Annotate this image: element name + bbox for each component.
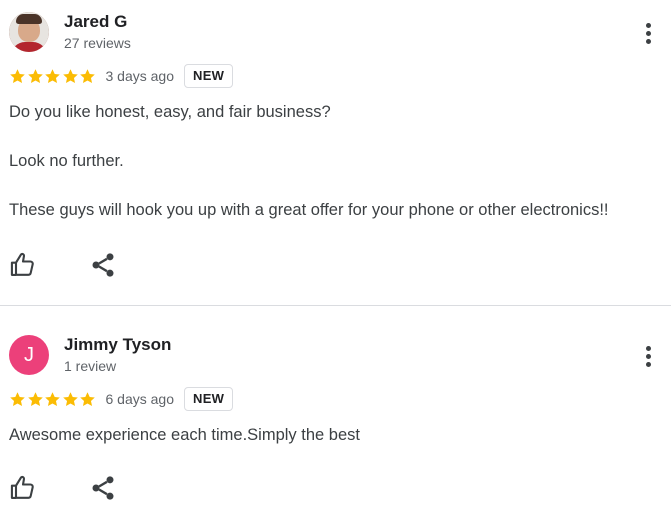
reviewer-review-count: 1 review: [64, 358, 117, 374]
share-icon[interactable]: [89, 474, 117, 502]
rating-row: 3 days ago NEW: [9, 64, 234, 88]
more-dot: [646, 346, 651, 351]
reviews-list: Jared G 27 reviews 3 days ago NEW Do you…: [0, 0, 671, 521]
reviewer-review-count: 27 reviews: [64, 35, 131, 51]
review-text: Awesome experience each time.Simply the …: [9, 423, 659, 472]
review-date: 6 days ago: [105, 391, 175, 407]
new-badge: NEW: [184, 387, 234, 411]
star-icon: [80, 391, 95, 406]
more-dot: [646, 31, 651, 36]
review-paragraph: Do you like honest, easy, and fair busin…: [9, 103, 331, 121]
review-actions: [9, 251, 129, 281]
reviewer-name[interactable]: Jared G: [64, 12, 127, 32]
more-dot: [646, 362, 651, 367]
rating-row: 6 days ago NEW: [9, 387, 234, 411]
star-icon: [10, 68, 25, 83]
star-icon: [10, 391, 25, 406]
more-vert-icon[interactable]: [636, 20, 660, 48]
star-rating: [9, 68, 97, 85]
review-text: Do you like honest, easy, and fair busin…: [9, 100, 659, 247]
star-rating: [9, 391, 97, 408]
review-paragraph: Awesome experience each time.Simply the …: [9, 426, 360, 444]
avatar-hair: [16, 14, 42, 24]
review-divider: [0, 305, 671, 306]
thumbs-up-icon[interactable]: [9, 251, 37, 279]
star-icon: [62, 391, 78, 406]
star-icon: [45, 68, 60, 83]
avatar[interactable]: J: [9, 335, 49, 375]
review-paragraph: These guys will hook you up with a great…: [9, 201, 609, 219]
star-icon: [80, 68, 95, 83]
star-icon: [62, 68, 78, 83]
thumbs-up-icon[interactable]: [9, 474, 37, 502]
more-dot: [646, 23, 651, 28]
share-icon[interactable]: [89, 251, 117, 279]
more-dot: [646, 354, 651, 359]
star-icon: [27, 391, 43, 406]
avatar[interactable]: [9, 12, 49, 52]
review-actions: [9, 474, 129, 504]
star-icon: [27, 68, 43, 83]
reviewer-name[interactable]: Jimmy Tyson: [64, 335, 171, 355]
star-icon: [45, 391, 60, 406]
review-date: 3 days ago: [105, 68, 175, 84]
new-badge: NEW: [184, 64, 234, 88]
more-dot: [646, 39, 651, 44]
review-paragraph: Look no further.: [9, 152, 124, 170]
more-vert-icon[interactable]: [636, 343, 660, 371]
